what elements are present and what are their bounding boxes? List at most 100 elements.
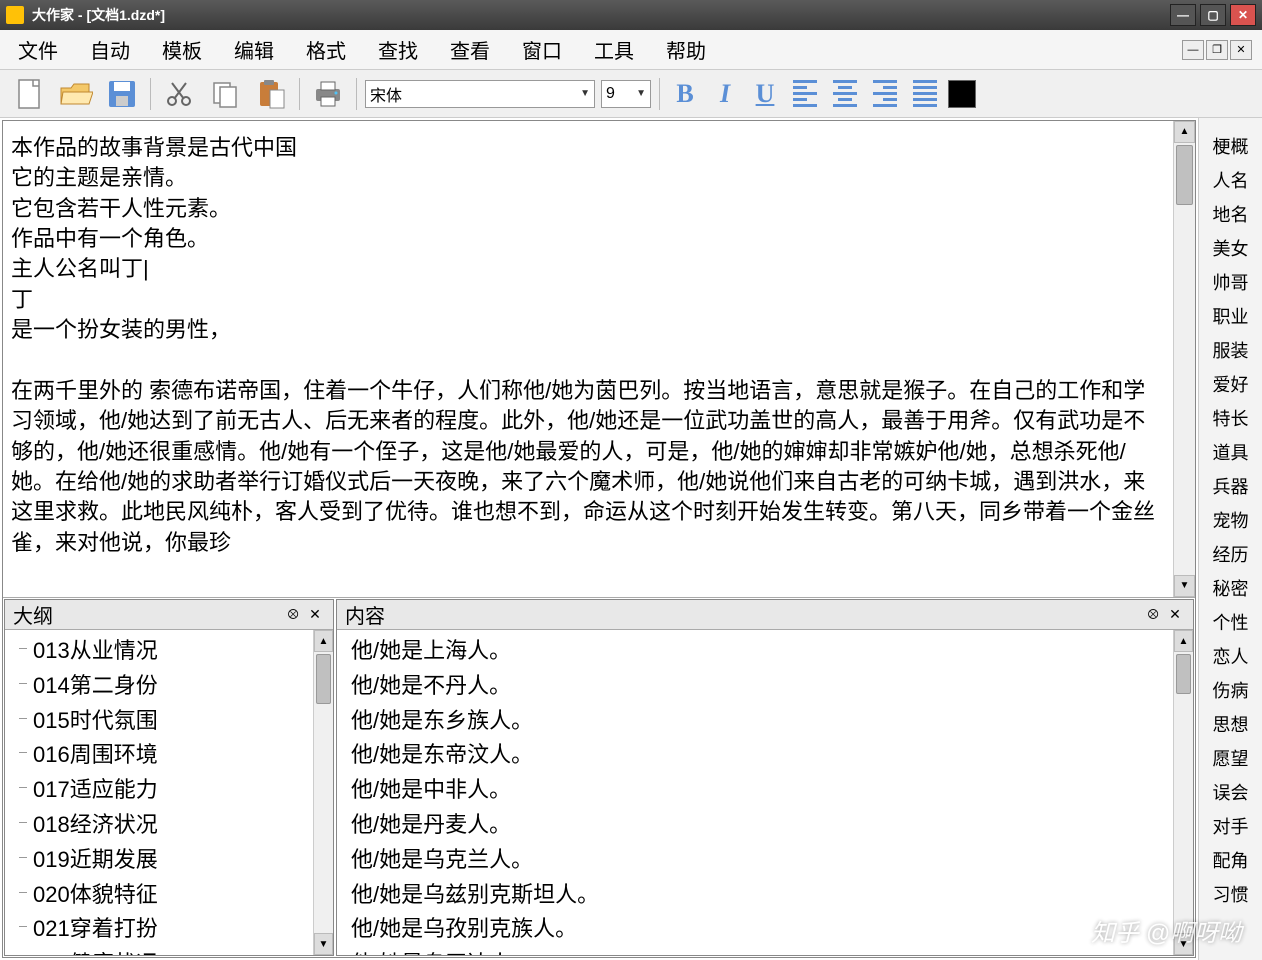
outline-item[interactable]: 014第二身份 <box>5 669 307 704</box>
bold-button[interactable]: B <box>668 77 702 111</box>
panel-close-button[interactable]: ✕ <box>1165 605 1185 625</box>
sidebar-item[interactable]: 思想 <box>1207 710 1255 738</box>
sidebar-item[interactable]: 误会 <box>1207 778 1255 806</box>
sidebar-item[interactable]: 帅哥 <box>1207 268 1255 296</box>
minimize-button[interactable]: — <box>1170 4 1196 26</box>
italic-button[interactable]: I <box>708 77 742 111</box>
content-item[interactable]: 他/她是东帝汶人。 <box>337 738 1167 773</box>
content-item[interactable]: 他/她是不丹人。 <box>337 669 1167 704</box>
outline-scrollbar[interactable]: ▲ ▼ <box>313 630 333 955</box>
sidebar-item[interactable]: 对手 <box>1207 812 1255 840</box>
menu-edit[interactable]: 编辑 <box>226 31 282 68</box>
editor-scrollbar[interactable]: ▲ ▼ <box>1173 121 1195 597</box>
print-icon <box>312 79 344 109</box>
panel-pin-button[interactable]: ⮾ <box>1143 605 1163 625</box>
menu-view[interactable]: 查看 <box>442 31 498 68</box>
sidebar-item[interactable]: 职业 <box>1207 302 1255 330</box>
sidebar-item[interactable]: 服装 <box>1207 336 1255 364</box>
open-file-button[interactable] <box>56 74 96 114</box>
scroll-up-icon[interactable]: ▲ <box>1174 630 1193 652</box>
bottom-panels: 大纲 ⮾ ✕ 013从业情况 014第二身份 015时代氛围 016周围环境 0… <box>3 597 1195 957</box>
sidebar-item[interactable]: 道具 <box>1207 438 1255 466</box>
font-size-select[interactable]: 9 ▼ <box>601 80 651 108</box>
editor-line <box>11 346 1165 376</box>
sidebar-item[interactable]: 愿望 <box>1207 744 1255 772</box>
menu-template[interactable]: 模板 <box>154 31 210 68</box>
sidebar-item[interactable]: 美女 <box>1207 234 1255 262</box>
content-item[interactable]: 他/她是乌克兰人。 <box>337 843 1167 878</box>
paste-button[interactable] <box>251 74 291 114</box>
open-folder-icon <box>59 80 93 108</box>
sidebar-item[interactable]: 兵器 <box>1207 472 1255 500</box>
outline-tree[interactable]: 013从业情况 014第二身份 015时代氛围 016周围环境 017适应能力 … <box>5 630 333 955</box>
mdi-close-button[interactable]: ✕ <box>1230 40 1252 60</box>
outline-item[interactable]: 013从业情况 <box>5 634 307 669</box>
sidebar-item[interactable]: 特长 <box>1207 404 1255 432</box>
cut-button[interactable] <box>159 74 199 114</box>
sidebar-item[interactable]: 经历 <box>1207 540 1255 568</box>
panel-close-button[interactable]: ✕ <box>305 605 325 625</box>
print-button[interactable] <box>308 74 348 114</box>
outline-item[interactable]: 019近期发展 <box>5 843 307 878</box>
menu-tools[interactable]: 工具 <box>586 31 642 68</box>
sidebar-item[interactable]: 恋人 <box>1207 642 1255 670</box>
content-item[interactable]: 他/她是上海人。 <box>337 634 1167 669</box>
outline-item[interactable]: 020体貌特征 <box>5 878 307 913</box>
content-item[interactable]: 他/她是乌干达人。 <box>337 947 1167 955</box>
underline-button[interactable]: U <box>748 77 782 111</box>
scroll-thumb[interactable] <box>316 654 331 704</box>
sidebar-item[interactable]: 伤病 <box>1207 676 1255 704</box>
scroll-down-icon[interactable]: ▼ <box>1174 575 1195 597</box>
save-button[interactable] <box>102 74 142 114</box>
content-scrollbar[interactable]: ▲ ▼ <box>1173 630 1193 955</box>
content-item[interactable]: 他/她是乌兹别克斯坦人。 <box>337 878 1167 913</box>
align-right-button[interactable] <box>868 77 902 111</box>
color-picker-button[interactable] <box>948 80 976 108</box>
sidebar-item[interactable]: 秘密 <box>1207 574 1255 602</box>
content-list[interactable]: 他/她是上海人。 他/她是不丹人。 他/她是东乡族人。 他/她是东帝汶人。 他/… <box>337 630 1193 955</box>
sidebar-item[interactable]: 习惯 <box>1207 880 1255 908</box>
editor-textarea[interactable]: 本作品的故事背景是古代中国 它的主题是亲情。 它包含若干人性元素。 作品中有一个… <box>3 121 1195 597</box>
scroll-up-icon[interactable]: ▲ <box>314 630 333 652</box>
outline-item[interactable]: 015时代氛围 <box>5 704 307 739</box>
scroll-down-icon[interactable]: ▼ <box>314 933 333 955</box>
sidebar-item[interactable]: 梗概 <box>1207 132 1255 160</box>
sidebar-item[interactable]: 配角 <box>1207 846 1255 874</box>
align-justify-button[interactable] <box>908 77 942 111</box>
mdi-minimize-button[interactable]: — <box>1182 40 1204 60</box>
content-item[interactable]: 他/她是中非人。 <box>337 773 1167 808</box>
editor-line: 它的主题是亲情。 <box>11 163 1165 193</box>
new-file-button[interactable] <box>10 74 50 114</box>
content-item[interactable]: 他/她是东乡族人。 <box>337 704 1167 739</box>
maximize-button[interactable]: ▢ <box>1200 4 1226 26</box>
scroll-thumb[interactable] <box>1176 145 1193 205</box>
sidebar-item[interactable]: 地名 <box>1207 200 1255 228</box>
align-center-button[interactable] <box>828 77 862 111</box>
menu-find[interactable]: 查找 <box>370 31 426 68</box>
content-item[interactable]: 他/她是丹麦人。 <box>337 808 1167 843</box>
menu-help[interactable]: 帮助 <box>658 31 714 68</box>
font-family-select[interactable]: 宋体 ▼ <box>365 80 595 108</box>
sidebar-item[interactable]: 人名 <box>1207 166 1255 194</box>
sidebar-item[interactable]: 爱好 <box>1207 370 1255 398</box>
content-item[interactable]: 他/她是乌孜别克族人。 <box>337 912 1167 947</box>
scroll-up-icon[interactable]: ▲ <box>1174 121 1195 143</box>
outline-item[interactable]: 016周围环境 <box>5 738 307 773</box>
outline-item[interactable]: 018经济状况 <box>5 808 307 843</box>
align-left-button[interactable] <box>788 77 822 111</box>
menu-window[interactable]: 窗口 <box>514 31 570 68</box>
outline-item[interactable]: 021穿着打扮 <box>5 912 307 947</box>
menu-auto[interactable]: 自动 <box>82 31 138 68</box>
scroll-down-icon[interactable]: ▼ <box>1174 933 1193 955</box>
copy-button[interactable] <box>205 74 245 114</box>
close-button[interactable]: ✕ <box>1230 4 1256 26</box>
panel-pin-button[interactable]: ⮾ <box>283 605 303 625</box>
outline-item[interactable]: 022健康状况 <box>5 947 307 955</box>
sidebar-item[interactable]: 宠物 <box>1207 506 1255 534</box>
mdi-restore-button[interactable]: ❐ <box>1206 40 1228 60</box>
menu-format[interactable]: 格式 <box>298 31 354 68</box>
scroll-thumb[interactable] <box>1176 654 1191 694</box>
outline-item[interactable]: 017适应能力 <box>5 773 307 808</box>
sidebar-item[interactable]: 个性 <box>1207 608 1255 636</box>
menu-file[interactable]: 文件 <box>10 31 66 68</box>
